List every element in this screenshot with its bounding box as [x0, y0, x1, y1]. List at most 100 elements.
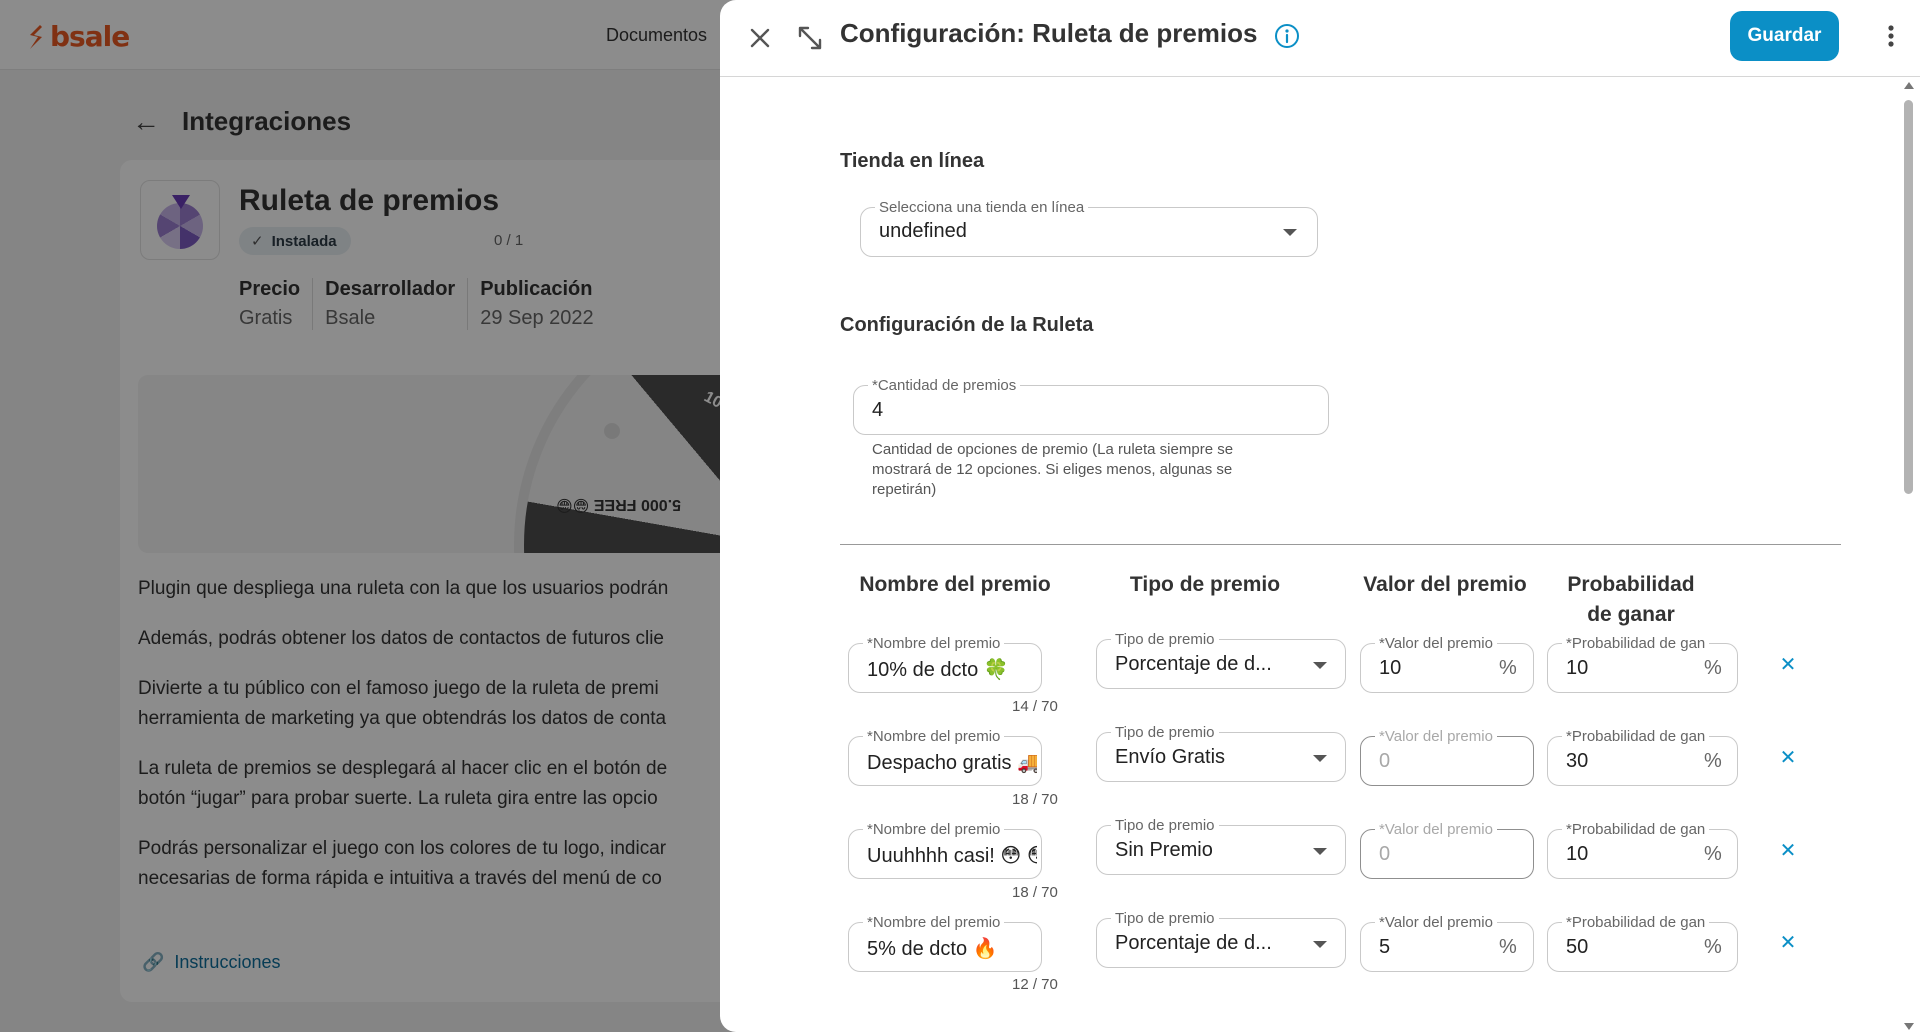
- prize-name-value: Uuuhhhh casi! 😳 😳: [867, 845, 1037, 867]
- field-label: Tipo de premio: [1111, 817, 1219, 834]
- probability-value: 50: [1566, 936, 1589, 958]
- probability-input[interactable]: *Probabilidad de gan 50 %: [1547, 914, 1738, 972]
- field-label: *Probabilidad de gan: [1562, 914, 1710, 931]
- prize-type-select[interactable]: Tipo de premio Porcentaje de d...: [1096, 910, 1346, 968]
- field-label: *Probabilidad de gan: [1562, 821, 1710, 838]
- scrollbar-thumb[interactable]: [1904, 100, 1913, 494]
- save-button[interactable]: Guardar: [1730, 11, 1839, 61]
- drawer-title: Configuración: Ruleta de premios: [840, 18, 1258, 48]
- vertical-scrollbar[interactable]: [1902, 80, 1916, 1032]
- prize-name-value: Despacho gratis 🚚: [867, 752, 1037, 774]
- char-counter: 18 / 70: [1012, 884, 1058, 901]
- field-label: *Nombre del premio: [863, 914, 1005, 931]
- field-label: *Valor del premio: [1375, 821, 1497, 838]
- field-label: *Probabilidad de gan: [1562, 635, 1710, 652]
- prize-count-input[interactable]: *Cantidad de premios 4: [853, 377, 1329, 435]
- prize-type-select[interactable]: Tipo de premio Envío Gratis: [1096, 724, 1346, 782]
- prize-value-value: 10: [1379, 657, 1402, 679]
- close-button[interactable]: [742, 20, 778, 56]
- prize-value-input[interactable]: *Valor del premio 10 %: [1360, 635, 1534, 693]
- prize-name-value: 5% de dcto 🔥: [867, 938, 998, 960]
- prize-type-select[interactable]: Tipo de premio Sin Premio: [1096, 817, 1346, 875]
- expand-icon: [798, 26, 822, 50]
- configuration-drawer: Configuración: Ruleta de premios Guardar…: [720, 0, 1920, 1032]
- char-counter: 14 / 70: [1012, 698, 1058, 715]
- prize-name-input[interactable]: *Nombre del premio 10% de dcto 🍀: [848, 635, 1042, 693]
- prize-value-input[interactable]: *Valor del premio 5 %: [1360, 914, 1534, 972]
- chevron-down-icon: [1313, 662, 1327, 669]
- field-label: *Valor del premio: [1375, 635, 1497, 652]
- field-label: *Valor del premio: [1375, 728, 1497, 745]
- prize-type-value: Envío Gratis: [1115, 746, 1226, 768]
- percent-suffix: %: [1704, 750, 1722, 772]
- prize-type-value: Sin Premio: [1115, 839, 1213, 861]
- chevron-down-icon: [1313, 941, 1327, 948]
- chevron-down-icon: [1313, 755, 1327, 762]
- header-valor: Valor del premio: [1363, 573, 1527, 596]
- field-label: *Probabilidad de gan: [1562, 728, 1710, 745]
- probability-input[interactable]: *Probabilidad de gan 10 %: [1547, 821, 1738, 879]
- store-select-value: undefined: [879, 220, 967, 242]
- prize-value-input-disabled: *Valor del premio 0: [1360, 728, 1534, 786]
- scroll-down-arrow-icon[interactable]: [1904, 1023, 1914, 1030]
- prize-name-input[interactable]: *Nombre del premio 5% de dcto 🔥: [848, 914, 1042, 972]
- field-label: *Nombre del premio: [863, 728, 1005, 745]
- info-button[interactable]: [1272, 21, 1302, 51]
- section-title-ruleta: Configuración de la Ruleta: [840, 314, 1094, 336]
- header-nombre: Nombre del premio: [859, 573, 1051, 596]
- percent-suffix: %: [1499, 936, 1517, 958]
- percent-suffix: %: [1704, 936, 1722, 958]
- probability-input[interactable]: *Probabilidad de gan 30 %: [1547, 728, 1738, 786]
- percent-suffix: %: [1704, 843, 1722, 865]
- probability-input[interactable]: *Probabilidad de gan 10 %: [1547, 635, 1738, 693]
- drawer-body: Tienda en línea Selecciona una tienda en…: [720, 78, 1920, 1032]
- prize-value-input-disabled: *Valor del premio 0: [1360, 821, 1534, 879]
- prize-type-select[interactable]: Tipo de premio Porcentaje de d...: [1096, 631, 1346, 689]
- prize-count-helper: Cantidad de opciones de premio (La rulet…: [872, 441, 1234, 498]
- remove-icon: ✕: [1779, 839, 1797, 862]
- remove-prize-button[interactable]: ✕: [1776, 838, 1800, 862]
- prize-name-value: 10% de dcto 🍀: [867, 659, 1009, 681]
- header-probabilidad: Probabilidad de ganar: [1567, 573, 1695, 626]
- scroll-up-arrow-icon[interactable]: [1904, 82, 1914, 89]
- info-icon: [1275, 24, 1299, 48]
- store-select[interactable]: Selecciona una tienda en línea undefined: [860, 199, 1318, 257]
- field-label: Tipo de premio: [1111, 631, 1219, 648]
- prize-count-value: 4: [872, 399, 884, 421]
- probability-value: 10: [1566, 657, 1589, 679]
- prize-count-label: *Cantidad de premios: [868, 377, 1021, 394]
- probability-value: 30: [1566, 750, 1589, 772]
- prize-name-input[interactable]: *Nombre del premio Uuuhhhh casi! 😳 😳: [848, 821, 1042, 879]
- field-label: *Valor del premio: [1375, 914, 1497, 931]
- field-label: *Nombre del premio: [863, 821, 1005, 838]
- field-label: *Nombre del premio: [863, 635, 1005, 652]
- remove-prize-button[interactable]: ✕: [1776, 745, 1800, 769]
- prize-value-value: 0: [1379, 750, 1391, 772]
- percent-suffix: %: [1499, 657, 1517, 679]
- close-icon: [750, 28, 770, 48]
- prize-name-input[interactable]: *Nombre del premio Despacho gratis 🚚: [848, 728, 1042, 786]
- prize-type-value: Porcentaje de d...: [1115, 653, 1272, 675]
- probability-value: 10: [1566, 843, 1589, 865]
- store-select-label: Selecciona una tienda en línea: [875, 199, 1089, 216]
- char-counter: 18 / 70: [1012, 791, 1058, 808]
- remove-prize-button[interactable]: ✕: [1776, 930, 1800, 954]
- section-title-tienda: Tienda en línea: [840, 150, 985, 172]
- more-options-button[interactable]: [1876, 18, 1906, 54]
- prize-value-value: 0: [1379, 843, 1391, 865]
- header-tipo: Tipo de premio: [1129, 573, 1281, 596]
- remove-icon: ✕: [1779, 746, 1797, 769]
- percent-suffix: %: [1704, 657, 1722, 679]
- more-vertical-icon: [1888, 25, 1894, 47]
- remove-icon: ✕: [1779, 931, 1797, 954]
- divider: [840, 544, 1841, 545]
- chevron-down-icon: [1313, 848, 1327, 855]
- expand-button[interactable]: [790, 18, 830, 58]
- prize-value-value: 5: [1379, 936, 1391, 958]
- field-label: Tipo de premio: [1111, 910, 1219, 927]
- char-counter: 12 / 70: [1012, 976, 1058, 993]
- drawer-header: Configuración: Ruleta de premios Guardar: [720, 0, 1920, 77]
- prize-type-value: Porcentaje de d...: [1115, 932, 1272, 954]
- remove-prize-button[interactable]: ✕: [1776, 652, 1800, 676]
- remove-icon: ✕: [1779, 653, 1797, 676]
